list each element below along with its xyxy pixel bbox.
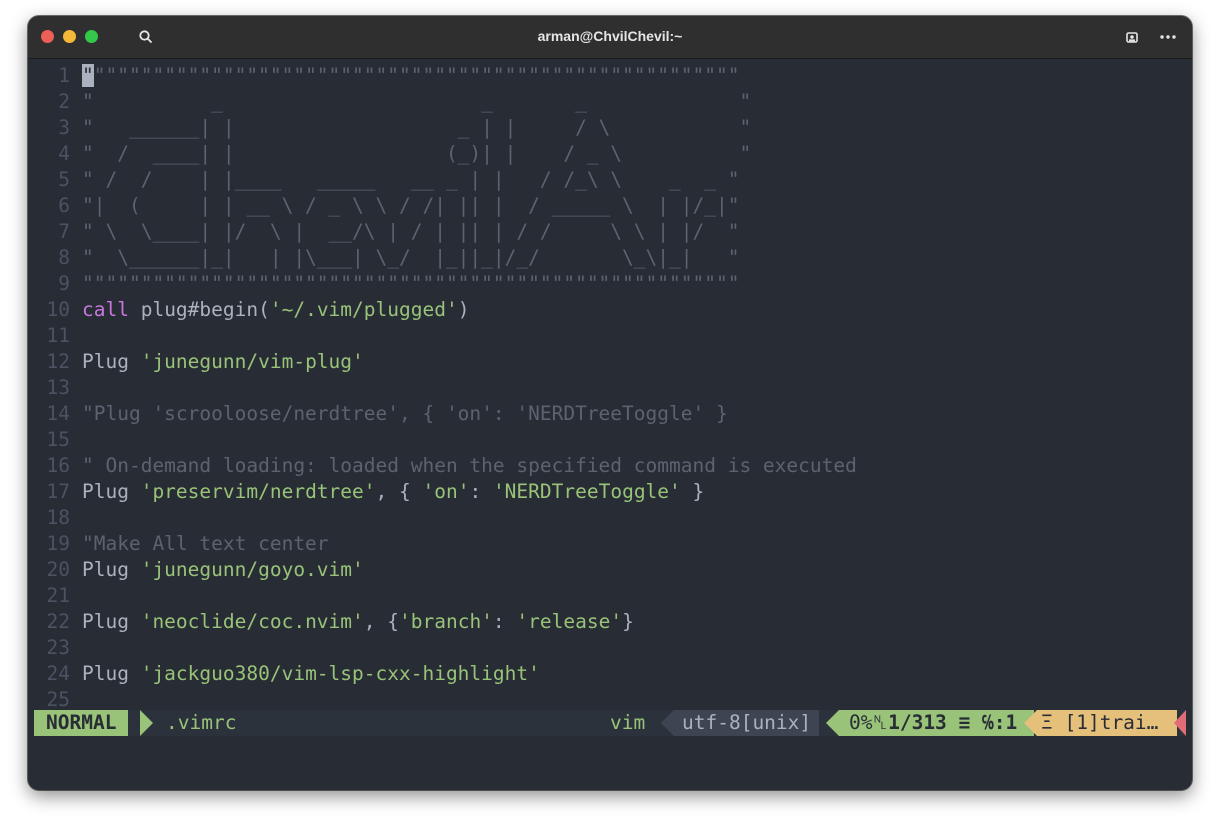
line-number: 16	[46, 454, 70, 477]
line-number: 17	[46, 480, 70, 503]
line-text: "| ( | | __ \ / _ \ \ / /| || | / _____ …	[82, 194, 740, 217]
vim-editor[interactable]: 1 """""""""""""""""""""""""""""""""""""""…	[28, 59, 1192, 711]
line-text: """"""""""""""""""""""""""""""""""""""""…	[82, 272, 740, 295]
line-number: 24	[46, 662, 70, 685]
line-number: 6	[58, 194, 70, 217]
scroll-percent: 0%	[849, 711, 873, 734]
line-text: Plug 'junegunn/goyo.vim'	[82, 558, 364, 581]
line-text: " _ _ _ "	[82, 90, 752, 113]
line-number: 11	[46, 324, 70, 347]
line-number: 20	[46, 558, 70, 581]
line-number: 9	[58, 272, 70, 295]
line-number: 8	[58, 246, 70, 269]
user-icon[interactable]	[1122, 27, 1142, 47]
mode-indicator: NORMAL	[34, 710, 129, 736]
line-number: 19	[46, 532, 70, 555]
window-title: arman@ChvilChevil:~	[537, 28, 683, 44]
line-text: Plug 'junegunn/vim-plug'	[82, 350, 364, 373]
column-position: ≡ ℅:1	[958, 711, 1018, 734]
line-text: " \______|_| | |\___| \_/ |_||_|/_/ \_\|…	[82, 246, 740, 269]
cursor-position: 0%␤1/313 ≡ ℅:1	[839, 710, 1034, 736]
line-number: 1	[58, 64, 70, 87]
encoding-separator	[661, 710, 674, 736]
line-text: " / / | |____ _____ __ _ | | / /_\ \ _ _…	[82, 168, 740, 191]
line-number: 10	[46, 298, 70, 321]
line-text: Plug 'neoclide/coc.nvim', {'branch': 're…	[82, 610, 634, 633]
line-number: 3	[58, 116, 70, 139]
mode-separator	[140, 710, 153, 736]
title-bar: arman@ChvilChevil:~	[28, 16, 1192, 59]
vim-statusline: NORMAL .vimrc vim utf-8[unix] 0%␤1/313 ≡…	[34, 710, 1186, 736]
file-type: vim	[610, 711, 646, 734]
line-text: Plug 'jackguo380/vim-lsp-cxx-highlight'	[82, 662, 540, 685]
line-number: 14	[46, 402, 70, 425]
line-text: " / ____| | (_)| | / _ \ "	[82, 142, 752, 165]
line-number: 18	[46, 506, 70, 529]
line-number: 23	[46, 636, 70, 659]
more-icon[interactable]	[1158, 27, 1178, 47]
line-number: 5	[58, 168, 70, 191]
file-name: .vimrc	[166, 711, 237, 734]
line-number: 7	[58, 220, 70, 243]
error-indicator	[1174, 710, 1186, 736]
line-number: 13	[46, 376, 70, 399]
line-number: 22	[46, 610, 70, 633]
line-number: 4	[58, 142, 70, 165]
line-position: 1/313	[888, 711, 947, 734]
line-number: 21	[46, 584, 70, 607]
trailing-whitespace-warning: Ξ [1]trai…	[1037, 710, 1177, 736]
line-number: 2	[58, 90, 70, 113]
file-encoding: utf-8[unix]	[674, 710, 820, 736]
line-text: " On-demand loading: loaded when the spe…	[82, 454, 857, 477]
line-text: " \ \____| |/ \ | __/\ | / | || | / / \ …	[82, 220, 740, 243]
position-separator	[826, 710, 839, 736]
line-text: "Make All text center	[82, 532, 329, 555]
line-text: "Plug 'scrooloose/nerdtree', { 'on': 'NE…	[82, 402, 728, 425]
warning-separator	[1024, 710, 1037, 736]
line-text: """"""""""""""""""""""""""""""""""""""""…	[82, 64, 740, 87]
line-text: Plug 'preservim/nerdtree', { 'on': 'NERD…	[82, 480, 705, 503]
line-text: " ______| | _ | | / \ "	[82, 116, 752, 139]
terminal-window: arman@ChvilChevil:~ 1 """""""""""""""""""…	[28, 16, 1192, 790]
line-number: 15	[46, 428, 70, 451]
line-number: 12	[46, 350, 70, 373]
line-text: call plug#begin('~/.vim/plugged')	[82, 298, 470, 321]
line-symbol: ␤	[872, 711, 889, 734]
